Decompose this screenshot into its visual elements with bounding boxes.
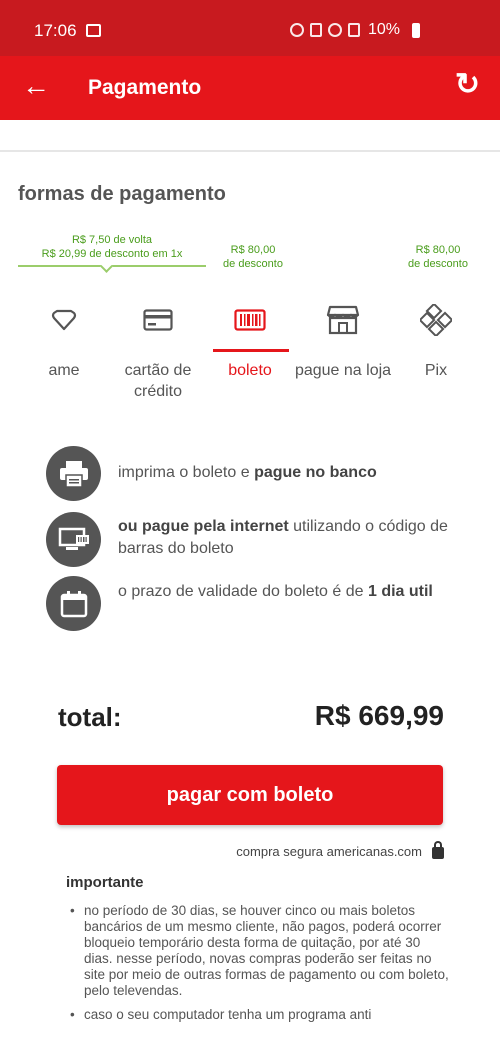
info-text: ou pague pela internet utilizando o códi… bbox=[118, 516, 448, 560]
pix-discount-text: de desconto bbox=[408, 258, 468, 270]
wifi-icon bbox=[328, 23, 342, 37]
info-text: imprima o boleto e pague no banco bbox=[118, 462, 448, 484]
boleto-discount-amount: R$ 80,00 bbox=[230, 244, 276, 256]
tab-boleto-label: boleto bbox=[228, 362, 272, 379]
info-text-regular: o prazo de validade do boleto é de bbox=[118, 583, 368, 600]
calendar-icon bbox=[46, 576, 101, 631]
secure-purchase-text: compra segura americanas.com bbox=[236, 844, 422, 859]
ame-discount-label: R$ 7,50 de volta R$ 20,99 de desconto em… bbox=[22, 233, 202, 261]
tab-credit-card-label: cartão de crédito bbox=[124, 362, 192, 400]
important-title: importante bbox=[66, 874, 144, 891]
list-item: caso o seu computador tenha um programa … bbox=[70, 1007, 450, 1023]
secure-purchase-note: compra segura americanas.com bbox=[236, 841, 444, 859]
boleto-discount-text: de desconto bbox=[223, 258, 283, 270]
boleto-discount-label: R$ 80,00 de desconto bbox=[208, 243, 298, 271]
important-list: no período de 30 dias, se houver cinco o… bbox=[70, 903, 450, 1031]
credit-card-icon bbox=[108, 300, 208, 340]
info-text-regular: imprima o boleto e bbox=[118, 464, 255, 481]
status-bar: 17:06 10% bbox=[0, 0, 500, 56]
tab-credit-card[interactable]: cartão de crédito bbox=[108, 300, 208, 402]
info-text-bold: 1 dia util bbox=[367, 583, 433, 600]
ame-cashback: R$ 7,50 de volta bbox=[71, 234, 153, 246]
battery-level: 10% bbox=[368, 21, 401, 38]
refresh-icon[interactable]: ↻ bbox=[455, 70, 480, 100]
status-time: 17:06 bbox=[34, 21, 77, 40]
tab-pague-na-loja-label: pague na loja bbox=[294, 362, 392, 379]
app-bar: ← Pagamento ↻ bbox=[0, 56, 500, 120]
ame-discount-pointer bbox=[100, 260, 113, 273]
info-text: o prazo de validade do boleto é de 1 dia… bbox=[118, 581, 448, 603]
status-icons bbox=[290, 23, 360, 37]
lock-icon bbox=[432, 841, 444, 859]
signal-icon bbox=[348, 23, 360, 37]
battery-icon bbox=[412, 23, 420, 38]
page-title: Pagamento bbox=[88, 76, 202, 99]
pix-icon bbox=[386, 300, 486, 340]
back-arrow-icon[interactable]: ← bbox=[22, 72, 50, 100]
tab-boleto[interactable]: boleto bbox=[200, 300, 300, 381]
tab-pix[interactable]: Pix bbox=[386, 300, 486, 381]
total-value: R$ 669,99 bbox=[314, 700, 444, 731]
barcode-icon bbox=[200, 300, 300, 340]
info-text-bold: pague no banco bbox=[254, 464, 377, 481]
total-label: total: bbox=[58, 702, 122, 732]
divider bbox=[0, 150, 500, 152]
tab-pix-label: Pix bbox=[424, 362, 448, 379]
alarm-icon bbox=[290, 23, 304, 37]
ame-discount: R$ 20,99 de desconto em 1x bbox=[41, 248, 183, 260]
printer-icon bbox=[46, 446, 101, 501]
pix-discount-amount: R$ 80,00 bbox=[415, 244, 461, 256]
mute-icon bbox=[310, 23, 322, 37]
section-title: formas de pagamento bbox=[18, 183, 226, 205]
info-text-bold: ou pague pela internet bbox=[118, 518, 289, 535]
pix-discount-label: R$ 80,00 de desconto bbox=[393, 243, 483, 271]
tab-ame-label: ame bbox=[48, 362, 80, 379]
active-tab-indicator bbox=[213, 349, 289, 352]
computer-icon bbox=[46, 512, 101, 567]
tab-pague-na-loja[interactable]: pague na loja bbox=[293, 300, 393, 381]
tab-ame[interactable]: ame bbox=[14, 300, 114, 381]
store-icon bbox=[293, 300, 393, 340]
heart-icon bbox=[14, 300, 114, 340]
pay-with-boleto-button[interactable]: pagar com boleto bbox=[57, 765, 443, 825]
list-item: no período de 30 dias, se houver cinco o… bbox=[70, 903, 450, 999]
image-notification-icon bbox=[86, 24, 101, 37]
